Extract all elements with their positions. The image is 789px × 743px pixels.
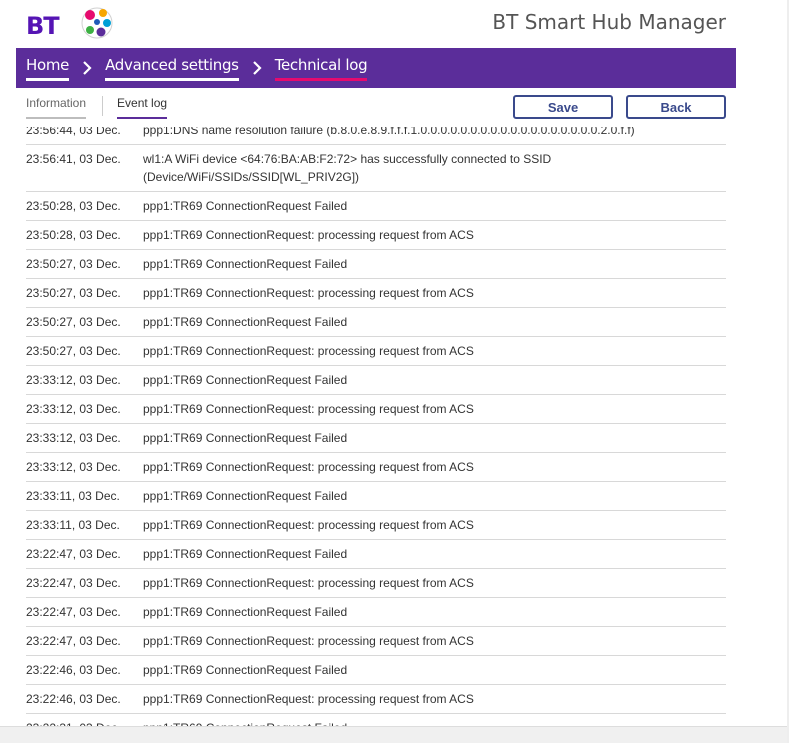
breadcrumb-home[interactable]: Home xyxy=(26,56,69,81)
log-row: 23:33:12, 03 Dec. ppp1:TR69 ConnectionReq… xyxy=(26,453,726,482)
log-time: 23:33:11, 03 Dec. xyxy=(26,518,120,532)
log-message: ppp1:TR69 ConnectionRequest Failed xyxy=(143,547,348,561)
log-message: ppp1:TR69 ConnectionRequest: processing … xyxy=(143,228,474,242)
log-row: 23:22:47, 03 Dec. ppp1:TR69 ConnectionReq… xyxy=(26,598,726,627)
log-row: 23:22:46, 03 Dec. ppp1:TR69 ConnectionReq… xyxy=(26,685,726,714)
log-row: 23:33:12, 03 Dec. ppp1:TR69 ConnectionReq… xyxy=(26,395,726,424)
log-time: 23:50:28, 03 Dec. xyxy=(26,199,121,213)
tab-event-log[interactable]: Event log xyxy=(117,96,168,119)
log-message: ppp1:TR69 ConnectionRequest: processing … xyxy=(143,576,474,590)
breadcrumb: Home Advanced settings Technical log xyxy=(16,48,736,88)
bt-logo[interactable]: BT xyxy=(26,4,116,44)
log-row: 23:33:12, 03 Dec. ppp1:TR69 ConnectionReq… xyxy=(26,424,726,453)
log-message: ppp1:TR69 ConnectionRequest Failed xyxy=(143,719,726,726)
log-time: 23:22:31, 03 Dec. xyxy=(26,719,143,726)
log-message: ppp1:TR69 ConnectionRequest: processing … xyxy=(143,692,474,706)
log-time: 23:22:46, 03 Dec. xyxy=(26,692,121,706)
log-row: 23:22:47, 03 Dec. ppp1:TR69 ConnectionReq… xyxy=(26,540,726,569)
breadcrumb-advanced-settings[interactable]: Advanced settings xyxy=(105,56,239,81)
save-button[interactable]: Save xyxy=(513,95,613,119)
tab-information[interactable]: Information xyxy=(26,96,87,119)
tab-divider xyxy=(102,96,104,116)
log-message: ppp1:TR69 ConnectionRequest Failed xyxy=(143,489,348,503)
log-message: ppp1:TR69 ConnectionRequest: processing … xyxy=(143,460,474,474)
log-time: 23:50:27, 03 Dec. xyxy=(26,286,121,300)
log-time: 23:56:41, 03 Dec. xyxy=(26,152,121,166)
log-time: 23:33:12, 03 Dec. xyxy=(26,460,121,474)
chevron-right-icon xyxy=(252,61,262,75)
log-time: 23:22:46, 03 Dec. xyxy=(26,663,121,677)
log-time: 23:50:27, 03 Dec. xyxy=(26,315,121,329)
log-row: 23:22:47, 03 Dec. ppp1:TR69 ConnectionReq… xyxy=(26,569,726,598)
log-time: 23:56:44, 03 Dec. xyxy=(26,127,121,137)
log-row: 23:33:11, 03 Dec. ppp1:TR69 ConnectionReq… xyxy=(26,511,726,540)
log-message: ppp1:TR69 ConnectionRequest Failed xyxy=(143,431,348,445)
log-row: 23:50:27, 03 Dec. ppp1:TR69 ConnectionReq… xyxy=(26,337,726,366)
bt-globe-icon xyxy=(81,7,113,39)
breadcrumb-technical-log[interactable]: Technical log xyxy=(274,56,368,81)
log-row: 23:50:27, 03 Dec. ppp1:TR69 ConnectionReq… xyxy=(26,279,726,308)
log-row: 23:22:31, 03 Dec.ppp1:TR69 ConnectionReq… xyxy=(26,714,726,726)
log-row: 23:50:27, 03 Dec. ppp1:TR69 ConnectionReq… xyxy=(26,250,726,279)
log-time: 23:33:11, 03 Dec. xyxy=(26,489,120,503)
log-message: ppp1:TR69 ConnectionRequest: processing … xyxy=(143,634,474,648)
log-row: 23:56:41, 03 Dec. wl1:A WiFi device <64:7… xyxy=(26,145,726,192)
log-row: 23:50:28, 03 Dec. ppp1:TR69 ConnectionReq… xyxy=(26,221,726,250)
horizontal-scrollbar[interactable] xyxy=(0,726,789,743)
event-log-list[interactable]: 23:56:44, 03 Dec. ppp1:DNS name resolutio… xyxy=(26,127,726,726)
log-time: 23:33:12, 03 Dec. xyxy=(26,402,121,416)
log-row: 23:33:11, 03 Dec. ppp1:TR69 ConnectionReq… xyxy=(26,482,726,511)
event-log-rows: 23:56:44, 03 Dec. ppp1:DNS name resolutio… xyxy=(26,127,726,726)
log-row: 23:22:47, 03 Dec. ppp1:TR69 ConnectionReq… xyxy=(26,627,726,656)
log-message: ppp1:TR69 ConnectionRequest: processing … xyxy=(143,286,474,300)
log-message: wl1:A WiFi device <64:76:BA:AB:F2:72> ha… xyxy=(143,152,552,184)
log-message: ppp1:TR69 ConnectionRequest: processing … xyxy=(143,402,474,416)
app-title: BT Smart Hub Manager xyxy=(492,10,726,34)
back-button[interactable]: Back xyxy=(626,95,726,119)
log-message: ppp1:TR69 ConnectionRequest Failed xyxy=(143,663,348,677)
log-time: 23:50:27, 03 Dec. xyxy=(26,257,121,271)
log-row: 23:33:12, 03 Dec. ppp1:TR69 ConnectionReq… xyxy=(26,366,726,395)
log-time: 23:50:28, 03 Dec. xyxy=(26,228,121,242)
log-message: ppp1:TR69 ConnectionRequest Failed xyxy=(143,199,348,213)
log-message: ppp1:TR69 ConnectionRequest: processing … xyxy=(143,344,474,358)
log-time: 23:50:27, 03 Dec. xyxy=(26,344,121,358)
log-message: ppp1:TR69 ConnectionRequest Failed xyxy=(143,605,348,619)
log-message: ppp1:DNS name resolution failure (b.8.0.… xyxy=(143,127,635,137)
chevron-right-icon xyxy=(82,61,92,75)
log-message: ppp1:TR69 ConnectionRequest Failed xyxy=(143,315,348,329)
header: BT BT Smart Hub Manager xyxy=(0,0,789,48)
log-message: ppp1:TR69 ConnectionRequest Failed xyxy=(143,373,348,387)
log-row: 23:56:44, 03 Dec. ppp1:DNS name resolutio… xyxy=(26,127,726,145)
log-time: 23:22:47, 03 Dec. xyxy=(26,605,121,619)
log-row: 23:22:46, 03 Dec. ppp1:TR69 ConnectionReq… xyxy=(26,656,726,685)
log-time: 23:33:12, 03 Dec. xyxy=(26,431,121,445)
log-time: 23:22:47, 03 Dec. xyxy=(26,547,121,561)
log-row: 23:50:27, 03 Dec. ppp1:TR69 ConnectionReq… xyxy=(26,308,726,337)
log-subtabs: Information Event log xyxy=(26,96,168,126)
log-row: 23:50:28, 03 Dec. ppp1:TR69 ConnectionReq… xyxy=(26,192,726,221)
logo-text: BT xyxy=(26,12,60,40)
log-time: 23:22:47, 03 Dec. xyxy=(26,634,121,648)
log-message: ppp1:TR69 ConnectionRequest Failed xyxy=(143,257,348,271)
log-time: 23:22:47, 03 Dec. xyxy=(26,576,121,590)
log-message: ppp1:TR69 ConnectionRequest: processing … xyxy=(143,518,474,532)
log-time: 23:33:12, 03 Dec. xyxy=(26,373,121,387)
